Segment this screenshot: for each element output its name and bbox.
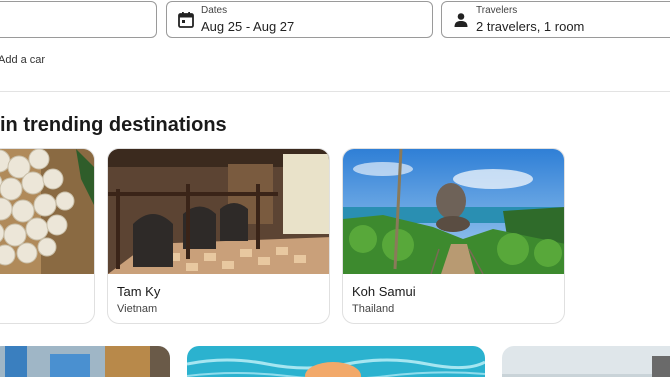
section-heading: in trending destinations <box>0 114 227 136</box>
person-icon <box>452 11 470 29</box>
destination-image <box>502 346 670 377</box>
destination-name: Koh Samui <box>352 284 416 299</box>
destination-card[interactable] <box>0 148 95 324</box>
calendar-icon <box>177 11 195 29</box>
destination-name: Tam Ky <box>117 284 161 299</box>
destination-image <box>0 346 170 377</box>
destination-image <box>187 346 485 377</box>
destination-card[interactable]: Tam Ky Vietnam <box>107 148 330 324</box>
destination-card[interactable] <box>187 346 485 377</box>
destination-country: Thailand <box>352 303 395 315</box>
travelers-value: 2 travelers, 1 room <box>476 19 585 34</box>
destination-image <box>343 149 564 274</box>
destination-country: Vietnam <box>117 303 158 315</box>
section-divider <box>0 91 670 92</box>
dates-field[interactable]: Dates Aug 25 - Aug 27 <box>166 1 433 38</box>
dates-value: Aug 25 - Aug 27 <box>201 19 295 34</box>
destination-card[interactable] <box>0 346 170 377</box>
travelers-field[interactable]: Travelers 2 travelers, 1 room <box>441 1 670 38</box>
destination-card[interactable] <box>502 346 670 377</box>
destination-card[interactable]: Koh Samui Thailand <box>342 148 565 324</box>
destination-image <box>0 149 94 274</box>
travelers-label: Travelers <box>476 5 518 16</box>
add-car-checkbox-label[interactable]: Add a car <box>0 54 45 66</box>
destination-field[interactable] <box>0 1 157 38</box>
destination-image <box>108 149 329 274</box>
dates-label: Dates <box>201 5 228 16</box>
